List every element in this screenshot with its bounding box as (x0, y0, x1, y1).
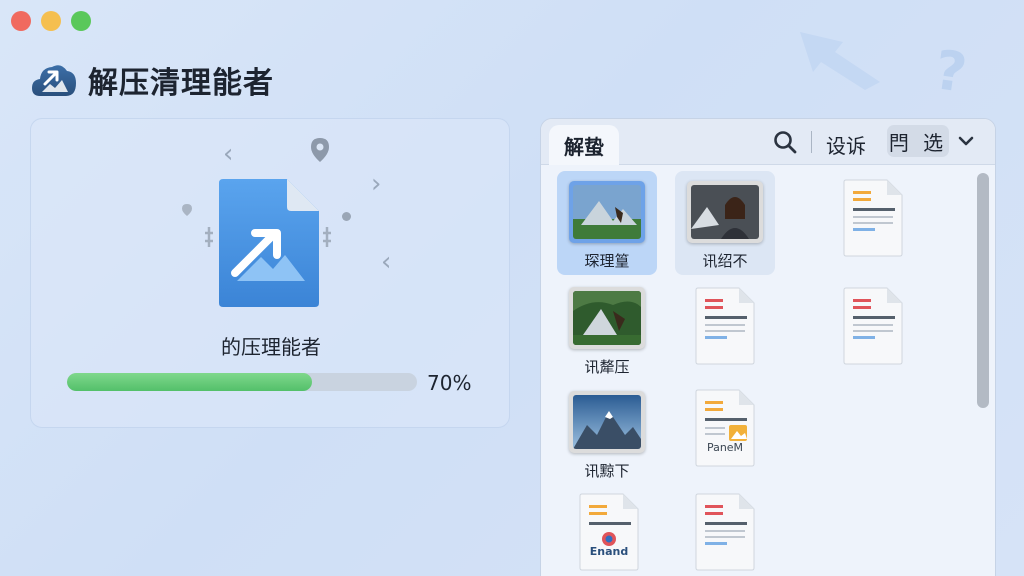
document-caption: PaneM (706, 441, 744, 454)
progress-card: ‹ › ‹ 的压理能者 70% (30, 118, 510, 428)
file-label: 讯绍不 (702, 252, 748, 270)
pin-icon (311, 138, 329, 162)
small-pin-icon (182, 204, 192, 216)
file-label: 琛理篁 (584, 252, 630, 270)
image-thumbnail (569, 391, 645, 453)
sparkle-icon (323, 227, 331, 247)
decorative-arrow-icon (800, 32, 880, 90)
select-button[interactable]: 閂 选 (887, 125, 949, 157)
file-label: 讯黥下 (584, 462, 630, 480)
file-grid: 琛理篁 讯绍不 讯犛压 讯黥下 PaneM Enand (541, 165, 971, 576)
image-thumbnail (569, 181, 645, 243)
arrow-right-icon: › (371, 169, 382, 199)
decorative-dot (342, 212, 351, 221)
file-browser: 解蛰 设诉 閂 选 琛理篁 讯绍不 讯犛压 讯黥下 PaneM Enand (540, 118, 996, 576)
file-item[interactable]: PaneM (675, 381, 775, 485)
close-window-button[interactable] (11, 11, 31, 31)
file-item[interactable]: 讯绍不 (675, 171, 775, 275)
file-label: 讯犛压 (584, 358, 630, 376)
image-thumbnail (569, 287, 645, 349)
maximize-window-button[interactable] (71, 11, 91, 31)
file-item[interactable]: 讯犛压 (557, 277, 657, 381)
arrow-left-icon: ‹ (381, 247, 392, 277)
progress-percent: 70% (427, 371, 472, 395)
document-icon (695, 493, 755, 571)
decorative-question-icon: ? (930, 38, 971, 105)
file-item[interactable]: 讯黥下 (557, 381, 657, 485)
image-thumbnail (687, 181, 763, 243)
document-caption: Enand (589, 545, 629, 558)
document-icon (843, 179, 903, 257)
sparkle-icon (205, 227, 213, 247)
scrollbar-thumb[interactable] (977, 173, 989, 408)
file-item[interactable] (675, 277, 775, 381)
app-title: 解压清理能者 (88, 66, 274, 101)
toolbar-text-button[interactable]: 设诉 (826, 130, 866, 159)
chevron-down-icon[interactable] (957, 132, 975, 150)
file-item[interactable]: Enand (557, 485, 657, 576)
file-icon (219, 179, 319, 307)
progress-label: 的压理能者 (221, 335, 321, 359)
document-icon (695, 287, 755, 365)
browser-toolbar: 解蛰 设诉 閂 选 (541, 119, 995, 165)
cloud-logo-icon (32, 65, 76, 96)
progress-bar (67, 373, 417, 391)
minimize-window-button[interactable] (41, 11, 61, 31)
window-controls (11, 11, 91, 31)
document-icon (579, 493, 639, 571)
toolbar-divider (811, 131, 812, 153)
file-item[interactable] (675, 485, 775, 576)
tab-main[interactable]: 解蛰 (549, 125, 619, 165)
file-item[interactable] (809, 171, 909, 275)
arrow-left-icon: ‹ (223, 139, 234, 169)
file-item[interactable] (809, 277, 909, 381)
file-item[interactable]: 琛理篁 (557, 171, 657, 275)
search-icon[interactable] (773, 130, 797, 154)
scrollbar[interactable] (977, 173, 989, 576)
progress-bar-fill (67, 373, 312, 391)
document-icon (695, 389, 755, 467)
document-icon (843, 287, 903, 365)
app-header: 解压清理能者 (30, 58, 274, 102)
